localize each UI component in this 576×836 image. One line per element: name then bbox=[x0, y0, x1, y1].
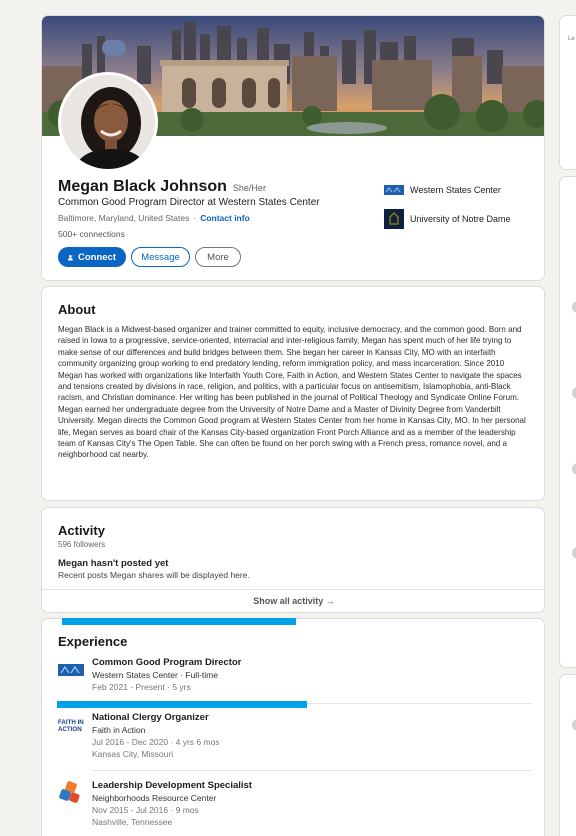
avatar[interactable] bbox=[572, 463, 576, 475]
location-separator: · bbox=[193, 213, 197, 223]
faith-in-action-logo-icon: FAITH IN ACTION bbox=[58, 712, 84, 738]
followers-count: 596 followers bbox=[58, 540, 106, 549]
experience-org: Western States Center · Full-time bbox=[92, 670, 218, 680]
experience-title: Experience bbox=[58, 634, 128, 649]
experience-org: Neighborhoods Resource Center bbox=[92, 793, 217, 803]
neighborhoods-resource-center-logo-icon bbox=[58, 780, 84, 806]
name-row: Megan Black Johnson She/Her bbox=[58, 178, 266, 196]
experience-dates: Feb 2021 - Present · 5 yrs bbox=[92, 682, 191, 692]
connect-button[interactable]: Connect bbox=[58, 247, 126, 267]
experience-title-text: Common Good Program Director bbox=[92, 657, 242, 668]
add-person-icon bbox=[68, 254, 74, 260]
experience-item[interactable]: FAITH IN ACTION National Clergy Organize… bbox=[58, 712, 528, 760]
org-item-notre-dame[interactable]: University of Notre Dame bbox=[384, 209, 511, 229]
experience-item[interactable]: Leadership Development Specialist Neighb… bbox=[58, 780, 528, 828]
experience-dates: Nov 2015 - Jul 2016 · 9 mos bbox=[92, 805, 199, 815]
profile-card: Megan Black Johnson She/Her Common Good … bbox=[41, 15, 545, 281]
experience-org: Faith in Action bbox=[92, 725, 146, 735]
experience-location: Kansas City, Missouri bbox=[92, 749, 174, 759]
avatar[interactable] bbox=[58, 72, 158, 172]
location: Baltimore, Maryland, United States bbox=[58, 213, 190, 223]
avatar[interactable] bbox=[572, 719, 576, 731]
experience-title-text: Leadership Development Specialist bbox=[92, 780, 252, 791]
pronouns: She/Her bbox=[232, 183, 266, 193]
organization-list: Western States Center University of Notr… bbox=[384, 180, 511, 238]
right-sidebar-card bbox=[559, 674, 576, 836]
activity-title: Activity bbox=[58, 523, 105, 538]
faith-in-action-logo-text-top: FAITH IN bbox=[58, 719, 84, 726]
divider bbox=[92, 770, 532, 771]
connections-count[interactable]: 500+ connections bbox=[58, 229, 125, 239]
avatar[interactable] bbox=[572, 547, 576, 559]
headline: Common Good Program Director at Western … bbox=[58, 197, 320, 208]
notre-dame-logo-icon bbox=[384, 209, 404, 229]
org-item-western-states-center[interactable]: Western States Center bbox=[384, 180, 511, 200]
experience-item[interactable]: Common Good Program Director Western Sta… bbox=[58, 657, 528, 693]
profile-actions: Connect Message More bbox=[58, 247, 241, 267]
connect-button-label: Connect bbox=[78, 251, 116, 263]
experience-title-text: National Clergy Organizer bbox=[92, 712, 209, 723]
profile-photo bbox=[61, 75, 155, 169]
right-sidebar-card: Le bbox=[559, 15, 576, 170]
experience-card: Experience Common Good Program Director … bbox=[41, 618, 545, 836]
empty-activity-title: Megan hasn't posted yet bbox=[58, 558, 169, 569]
show-all-activity-link[interactable]: Show all activity → bbox=[42, 596, 544, 606]
profile-name: Megan Black Johnson bbox=[58, 178, 227, 195]
empty-activity-subtitle: Recent posts Megan shares will be displa… bbox=[58, 570, 250, 580]
western-states-center-logo-icon bbox=[384, 180, 404, 200]
more-button[interactable]: More bbox=[195, 247, 241, 267]
faith-in-action-logo-text-bottom: ACTION bbox=[58, 726, 82, 733]
contact-info-link[interactable]: Contact info bbox=[200, 213, 250, 223]
experience-location: Nashville, Tennessee bbox=[92, 817, 173, 827]
about-text: Megan Black is a Midwest-based organizer… bbox=[58, 325, 526, 460]
divider bbox=[42, 589, 544, 590]
highlight-bar bbox=[57, 701, 307, 708]
right-sidebar-card bbox=[559, 176, 576, 668]
experience-dates: Jul 2016 - Dec 2020 · 4 yrs 6 mos bbox=[92, 737, 220, 747]
avatar[interactable] bbox=[572, 301, 576, 313]
right-sidebar-fragment-text: Le bbox=[568, 36, 575, 42]
about-card: About Megan Black is a Midwest-based org… bbox=[41, 286, 545, 501]
about-title: About bbox=[58, 302, 96, 317]
org-name: Western States Center bbox=[410, 185, 501, 195]
org-name: University of Notre Dame bbox=[410, 214, 511, 224]
message-button[interactable]: Message bbox=[131, 247, 190, 267]
highlight-bar bbox=[62, 618, 296, 625]
western-states-center-logo-icon bbox=[58, 657, 84, 683]
activity-card: Activity 596 followers Megan hasn't post… bbox=[41, 507, 545, 613]
location-row: Baltimore, Maryland, United States · Con… bbox=[58, 213, 250, 223]
avatar[interactable] bbox=[572, 387, 576, 399]
